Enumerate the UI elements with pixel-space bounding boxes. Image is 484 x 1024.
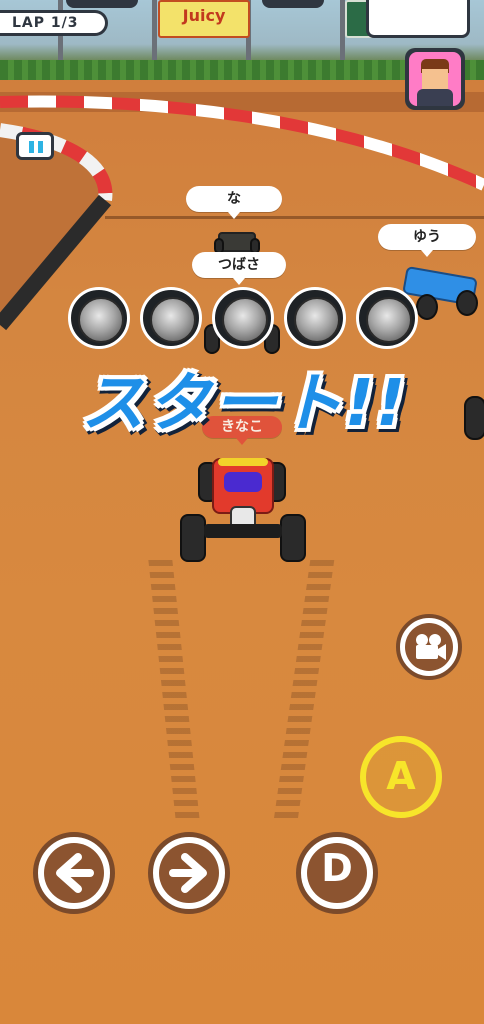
minimap-frame (366, 0, 470, 38)
start-message: スタート!! (80, 367, 408, 441)
drift-label: D (321, 846, 353, 890)
name-tag-yuu: ゆう (378, 224, 476, 257)
accelerate-label: A (386, 754, 416, 798)
opponent-car-edge (464, 396, 484, 442)
car-axle (204, 524, 282, 538)
top-hud-pill (262, 0, 324, 8)
video-camera-icon (416, 634, 446, 660)
arrow-left-icon (56, 853, 94, 893)
arrow-right-icon (169, 853, 207, 893)
player-avatar (405, 48, 465, 110)
car-roll-bar (218, 458, 268, 466)
steer-left-button[interactable] (33, 832, 115, 914)
race-scene: Juicy Sprin (0, 0, 484, 1024)
juicy-banner: Juicy (158, 0, 250, 38)
top-hud-pill (66, 0, 138, 8)
name-tag-tsubasa: つばさ (192, 252, 286, 285)
accelerate-button[interactable]: A (360, 736, 442, 818)
signal-light (356, 287, 418, 349)
name-tag-na: な (186, 186, 282, 219)
camera-button[interactable] (396, 614, 462, 680)
start-signal-lights (68, 287, 420, 353)
steer-right-button[interactable] (148, 832, 230, 914)
drift-button[interactable]: D (296, 832, 378, 914)
signal-light (284, 287, 346, 349)
tire-track (148, 560, 200, 820)
lap-label: LAP 1/3 (12, 15, 79, 31)
pause-icon (38, 141, 43, 153)
tire-track (273, 560, 335, 820)
car-cockpit (224, 472, 262, 492)
player-car (180, 454, 306, 564)
start-line (105, 216, 484, 219)
pause-button[interactable] (16, 132, 54, 160)
signal-light (140, 287, 202, 349)
juicy-banner-text: Juicy (182, 6, 226, 25)
signal-light (212, 287, 274, 349)
avatar-portrait (409, 52, 461, 106)
lap-counter: LAP 1/3 (0, 10, 108, 36)
signal-light (68, 287, 130, 349)
pause-icon (29, 141, 34, 153)
